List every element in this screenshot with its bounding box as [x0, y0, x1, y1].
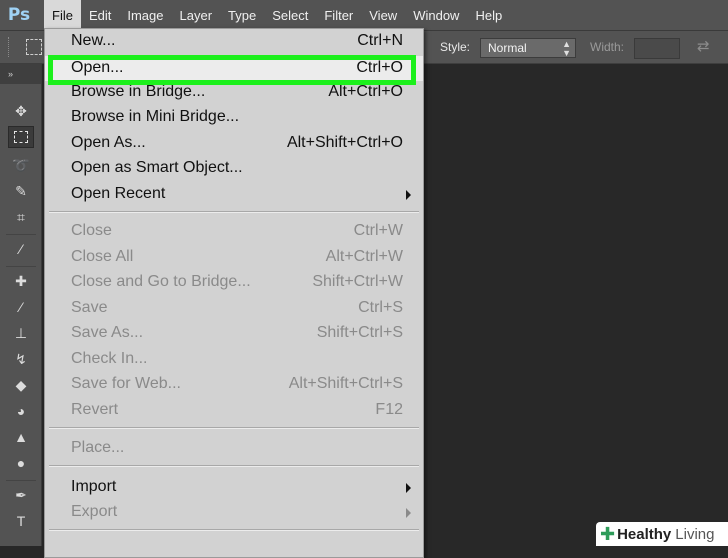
dodge-tool-icon[interactable]: ●: [8, 452, 34, 474]
submenu-arrow-icon: [406, 508, 411, 518]
width-label: Width:: [590, 40, 625, 54]
eraser-tool-icon[interactable]: ◆: [8, 374, 34, 396]
style-select[interactable]: Normal ▲ ▼: [480, 38, 576, 58]
menu-item-save-as: Save As... Shift+Ctrl+S: [71, 324, 403, 341]
style-select-value: Normal: [488, 41, 527, 55]
history-brush-tool-icon[interactable]: ↯: [8, 348, 34, 370]
menu-item-close-all: Close All Alt+Ctrl+W: [71, 248, 403, 265]
menu-item-new[interactable]: New... Ctrl+N: [45, 29, 423, 54]
watermark-logo: ✚ Healthy Living: [596, 522, 728, 546]
plus-icon: ✚: [600, 523, 616, 544]
options-grip[interactable]: [8, 37, 11, 57]
menu-image[interactable]: Image: [119, 0, 171, 30]
photoshop-logo-icon: Ps: [7, 5, 31, 25]
menu-edit[interactable]: Edit: [81, 0, 119, 30]
menu-item-open-as[interactable]: Open As... Alt+Shift+Ctrl+O: [45, 131, 423, 156]
eyedropper-tool-icon[interactable]: ⁄: [8, 238, 34, 260]
menu-filter[interactable]: Filter: [316, 0, 361, 30]
menu-item-export: Export: [45, 500, 423, 525]
blur-tool-icon[interactable]: ▲: [8, 426, 34, 448]
clone-stamp-tool-icon[interactable]: ⊥: [8, 322, 34, 344]
lasso-tool-icon[interactable]: ➰: [8, 154, 34, 176]
menu-item-close: Close Ctrl+W: [71, 222, 403, 239]
submenu-arrow-icon: [406, 483, 411, 493]
menu-item-save-for-web: Save for Web... Alt+Shift+Ctrl+S: [71, 375, 403, 392]
width-input[interactable]: [634, 38, 680, 59]
marquee-tool-icon[interactable]: [8, 126, 34, 148]
healing-brush-tool-icon[interactable]: ✚: [8, 270, 34, 292]
menu-item-check-in: Check In...: [71, 350, 148, 367]
menu-item-save: Save Ctrl+S: [71, 299, 403, 316]
paint-bucket-tool-icon[interactable]: ◕: [8, 400, 34, 422]
crop-tool-icon[interactable]: ⌗: [8, 206, 34, 228]
menu-item-place: Place...: [71, 439, 125, 456]
select-arrows-icon: ▲ ▼: [562, 39, 571, 58]
move-tool-icon[interactable]: ✥: [8, 100, 34, 122]
menu-item-browse-in-mini-bridge[interactable]: Browse in Mini Bridge...: [45, 105, 423, 130]
marquee-preset-icon[interactable]: [26, 39, 42, 55]
menu-help[interactable]: Help: [467, 0, 510, 30]
style-label: Style:: [440, 40, 471, 54]
menu-item-open-recent[interactable]: Open Recent: [45, 182, 423, 207]
menu-window[interactable]: Window: [405, 0, 467, 30]
menu-layer[interactable]: Layer: [172, 0, 221, 30]
tools-panel: » ✥ ➰ ✎ ⌗ ⁄ ✚ ⁄ ⊥ ↯ ◆ ◕ ▲ ● ✒ T: [0, 64, 42, 546]
type-tool-icon[interactable]: T: [8, 510, 34, 532]
menu-item-close-and-go-to-bridge: Close and Go to Bridge... Shift+Ctrl+W: [71, 273, 403, 290]
pen-tool-icon[interactable]: ✒: [8, 484, 34, 506]
menu-bar: Ps File Edit Image Layer Type Select Fil…: [0, 0, 728, 31]
swap-arrows-icon[interactable]: ⇄: [697, 37, 710, 55]
tools-collapse-icon[interactable]: »: [0, 64, 41, 84]
menu-view[interactable]: View: [361, 0, 405, 30]
menu-item-import[interactable]: Import: [45, 475, 423, 500]
open-highlight-box: [48, 55, 416, 85]
file-menu-dropdown: New... Ctrl+N Open... Ctrl+O Browse in Bri…: [44, 28, 424, 558]
menu-type[interactable]: Type: [220, 0, 264, 30]
menu-item-open-as-smart-object[interactable]: Open as Smart Object...: [45, 156, 423, 181]
submenu-arrow-icon: [406, 190, 411, 200]
menu-file[interactable]: File: [44, 0, 81, 30]
brush-tool-icon[interactable]: ⁄: [8, 296, 34, 318]
quick-select-tool-icon[interactable]: ✎: [8, 180, 34, 202]
menu-item-revert: Revert F12: [71, 401, 403, 418]
menu-select[interactable]: Select: [264, 0, 316, 30]
